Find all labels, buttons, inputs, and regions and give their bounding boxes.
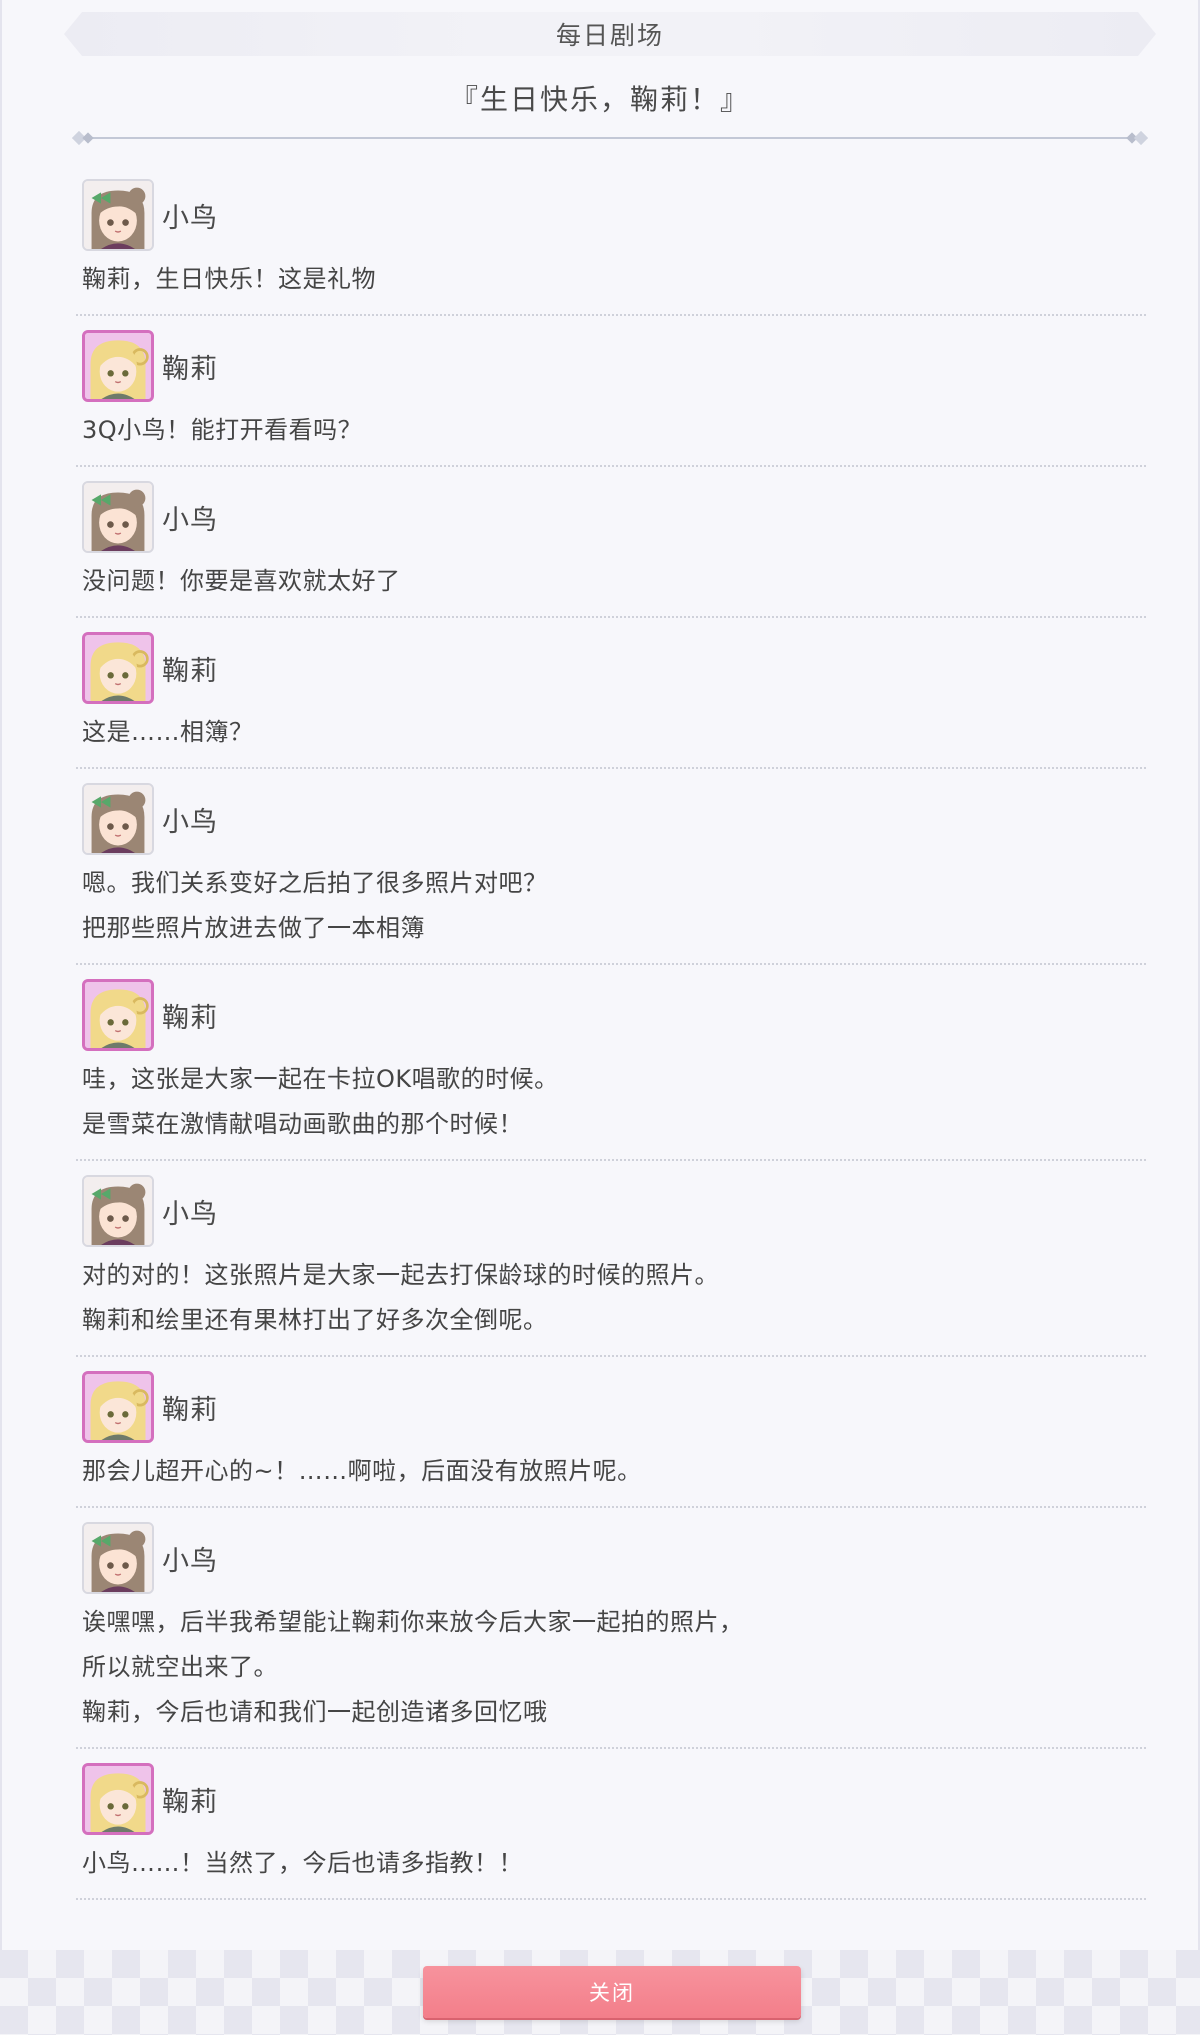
speaker-name: 鞠莉	[162, 655, 218, 687]
dialogue-line: 没问题！你要是喜欢就太好了	[82, 567, 401, 595]
kotori-avatar-icon	[84, 1524, 152, 1592]
kotori-avatar	[82, 179, 154, 251]
mari-avatar	[82, 330, 154, 402]
dialogue-entry: 鞠莉 3Q小鸟！能打开看看吗？	[76, 316, 1146, 467]
dialogue-line: 所以就空出来了。	[82, 1653, 278, 1681]
mari-avatar	[82, 1763, 154, 1835]
speaker-row: 鞠莉	[82, 630, 1146, 706]
kotori-avatar-icon	[84, 785, 152, 853]
dialogue-entry: 小鸟没问题！你要是喜欢就太好了	[76, 467, 1146, 618]
dialogue-line: 对的对的！这张照片是大家一起去打保龄球的时候的照片。	[82, 1261, 719, 1289]
speaker-name: 小鸟	[162, 202, 218, 234]
dialogue-line: 3Q小鸟！能打开看看吗？	[82, 416, 363, 444]
dialogue-line: 鞠莉，生日快乐！这是礼物	[82, 265, 376, 293]
dialogue-line: 把那些照片放进去做了一本相簿	[82, 914, 425, 942]
speaker-name: 鞠莉	[162, 1002, 218, 1034]
kotori-avatar-icon	[84, 1177, 152, 1245]
dialogue-entry: 小鸟诶嘿嘿，后半我希望能让鞠莉你来放今后大家一起拍的照片， 所以就空出来了。鞠莉，…	[76, 1508, 1146, 1749]
close-button[interactable]: 关闭	[423, 1966, 801, 2018]
kotori-avatar	[82, 1522, 154, 1594]
mari-avatar	[82, 1371, 154, 1443]
speaker-row: 鞠莉	[82, 1761, 1146, 1837]
dialogue-entry: 鞠莉这是……相簿？	[76, 618, 1146, 769]
episode-title: 『生日快乐，鞠莉！』	[449, 83, 750, 116]
kotori-avatar-icon	[84, 181, 152, 249]
speaker-row: 小鸟	[82, 1173, 1146, 1249]
speaker-name: 小鸟	[162, 806, 218, 838]
dialogue-entry: 鞠莉那会儿超开心的~！……啊啦，后面没有放照片呢。	[76, 1357, 1146, 1508]
mari-avatar	[82, 979, 154, 1051]
kotori-avatar	[82, 783, 154, 855]
speaker-name: 鞠莉	[162, 353, 218, 385]
dialogue-line: 那会儿超开心的~！……啊啦，后面没有放照片呢。	[82, 1457, 642, 1485]
speaker-name: 小鸟	[162, 1545, 218, 1577]
dialogue-entry: 鞠莉小鸟……！当然了，今后也请多指教！！	[76, 1749, 1146, 1900]
mari-avatar-icon	[85, 1766, 151, 1832]
mari-avatar-icon	[85, 635, 151, 701]
speaker-name: 鞠莉	[162, 1394, 218, 1426]
speaker-row: 小鸟	[82, 479, 1146, 555]
mari-avatar-icon	[85, 982, 151, 1048]
dialogue-line: 这是……相簿？	[82, 718, 254, 746]
dialogue-line: 鞠莉和绘里还有果林打出了好多次全倒呢。	[82, 1306, 548, 1334]
speaker-row: 小鸟	[82, 1520, 1146, 1596]
mari-avatar-icon	[85, 1374, 151, 1440]
speaker-row: 鞠莉	[82, 1369, 1146, 1445]
header-title: 每日剧场	[555, 21, 664, 50]
speaker-name: 鞠莉	[162, 1786, 218, 1818]
speaker-row: 小鸟	[82, 177, 1146, 253]
kotori-avatar	[82, 1175, 154, 1247]
kotori-avatar	[82, 481, 154, 553]
speaker-name: 小鸟	[162, 1198, 218, 1230]
speaker-name: 小鸟	[162, 504, 218, 536]
mari-avatar	[82, 632, 154, 704]
header-bar: 每日剧场	[64, 12, 1156, 56]
dialogue-line: 是雪菜在激情献唱动画歌曲的那个时候！	[82, 1110, 523, 1138]
dialogue-line: 鞠莉，今后也请和我们一起创造诸多回忆哦	[82, 1698, 548, 1726]
dialogue-entry: 小鸟嗯。我们关系变好之后拍了很多照片对吧？ 把那些照片放进去做了一本相簿	[76, 769, 1146, 965]
dialogue-line: 诶嘿嘿，后半我希望能让鞠莉你来放今后大家一起拍的照片，	[82, 1608, 744, 1636]
dialogue-entry: 小鸟对的对的！这张照片是大家一起去打保龄球的时候的照片。 鞠莉和绘里还有果林打出了…	[76, 1161, 1146, 1357]
dialogue-list[interactable]: 小鸟 鞠莉，生日快乐！这是礼物 鞠莉 3Q小鸟！能打开看看吗？ 小鸟 没问题！你要是喜欢就…	[76, 165, 1146, 1900]
speaker-row: 鞠莉	[82, 977, 1146, 1053]
dialogue-line: 嗯。我们关系变好之后拍了很多照片对吧？	[82, 869, 548, 897]
mari-avatar-icon	[85, 333, 151, 399]
dialogue-entry: 鞠莉哇，这张是大家一起在卡拉OK唱歌的时候。 是雪菜在激情献唱动画歌曲的那个时候！	[76, 965, 1146, 1161]
dialogue-line: 小鸟……！当然了，今后也请多指教！！	[82, 1849, 523, 1877]
kotori-avatar-icon	[84, 483, 152, 551]
dialogue-entry: 小鸟鞠莉，生日快乐！这是礼物	[76, 165, 1146, 316]
divider-ornament	[72, 130, 1148, 146]
speaker-row: 鞠莉	[82, 328, 1146, 404]
speaker-row: 小鸟	[82, 781, 1146, 857]
dialogue-line: 哇，这张是大家一起在卡拉OK唱歌的时候。	[82, 1065, 559, 1093]
